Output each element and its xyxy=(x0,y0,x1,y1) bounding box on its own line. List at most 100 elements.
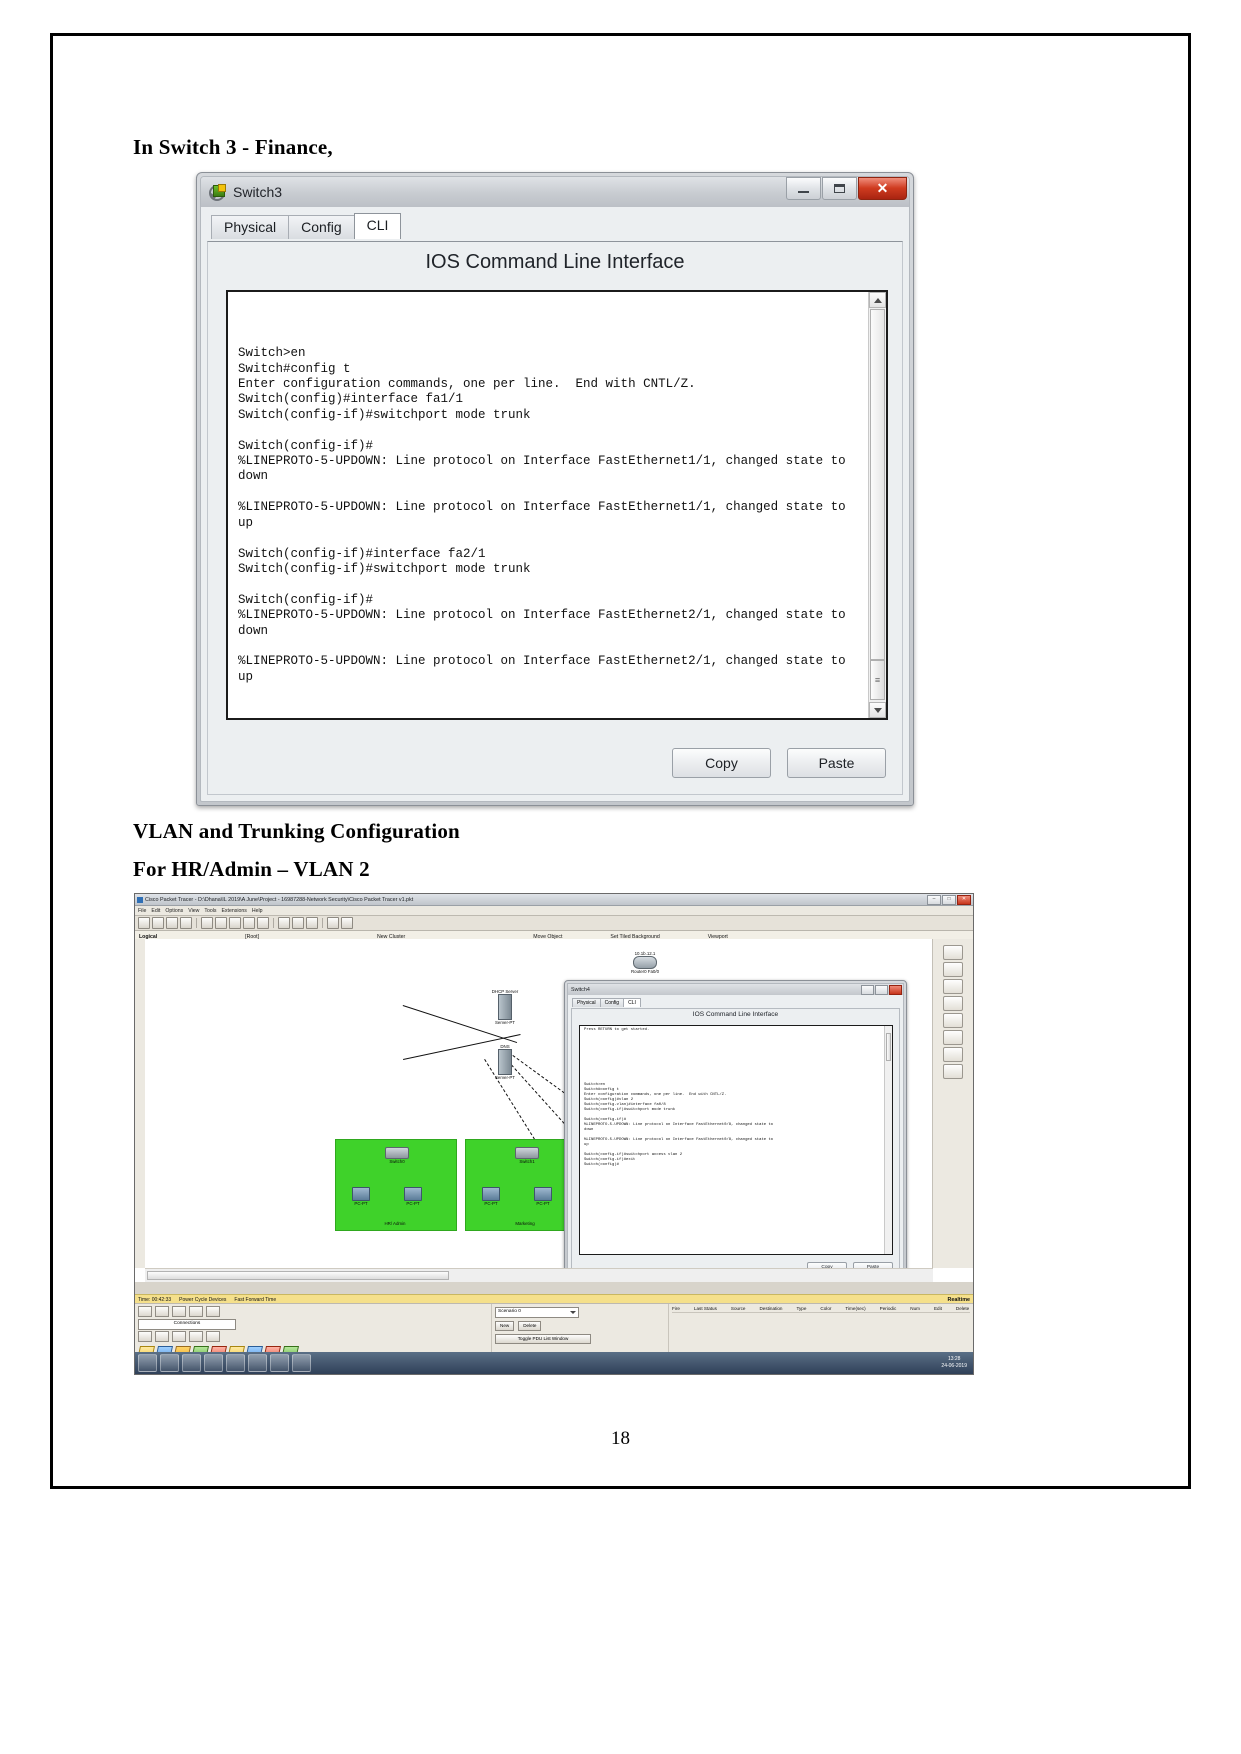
tab-config[interactable]: Config xyxy=(288,215,355,239)
zoom-in-icon[interactable] xyxy=(278,917,290,929)
menu-options[interactable]: Options xyxy=(165,908,183,914)
delete-tool-icon[interactable] xyxy=(943,979,963,994)
power-cycle-devices-button[interactable]: Power Cycle Devices xyxy=(179,1297,226,1303)
switch4-close-button[interactable] xyxy=(889,984,902,995)
pt-minimize-button[interactable]: – xyxy=(927,894,941,905)
toggle-pdu-list-window-button[interactable]: Toggle PDU List Window xyxy=(495,1334,591,1344)
inspect-tool-icon[interactable] xyxy=(943,962,963,977)
scroll-up-icon[interactable] xyxy=(869,292,886,308)
custom-devices-icon[interactable] xyxy=(341,917,353,929)
switch4-tab-cli[interactable]: CLI xyxy=(623,998,641,1007)
paste-icon[interactable] xyxy=(229,917,241,929)
taskbar-media-icon[interactable] xyxy=(182,1354,201,1372)
wireless-category-icon[interactable] xyxy=(189,1306,203,1317)
menu-help[interactable]: Help xyxy=(252,908,263,914)
multiuser-connection-icon[interactable] xyxy=(206,1331,220,1342)
tab-cli[interactable]: CLI xyxy=(353,213,402,239)
end-devices-icon[interactable] xyxy=(138,1331,152,1342)
copy-icon[interactable] xyxy=(215,917,227,929)
print-icon[interactable] xyxy=(180,917,192,929)
menu-view[interactable]: View xyxy=(188,908,199,914)
taskbar-chrome-icon[interactable] xyxy=(226,1354,245,1372)
add-complex-pdu-icon[interactable] xyxy=(943,1064,963,1079)
node-pc2[interactable]: PC-PT xyxy=(471,1187,511,1206)
zoom-out-icon[interactable] xyxy=(306,917,318,929)
realtime-mode-label[interactable]: Realtime xyxy=(948,1297,970,1303)
scroll-down-icon[interactable] xyxy=(869,702,886,718)
taskbar-word-icon[interactable] xyxy=(270,1354,289,1372)
custom-made-devices-icon[interactable] xyxy=(189,1331,203,1342)
router-ip-label: 10.1b.12.1 xyxy=(634,951,656,956)
minimize-button[interactable] xyxy=(786,177,821,200)
routers-category-icon[interactable] xyxy=(138,1306,152,1317)
switch4-title-bar[interactable]: Switch4 xyxy=(568,984,903,995)
pt-horizontal-scrollbar[interactable] xyxy=(145,1268,933,1282)
connections-category-icon[interactable] xyxy=(206,1306,220,1317)
pt-hscroll-thumb[interactable] xyxy=(147,1271,449,1280)
taskbar-opera-icon[interactable] xyxy=(248,1354,267,1372)
taskbar-clock[interactable]: 13:28 24-06-2019 xyxy=(941,1356,970,1370)
switch4-scrollbar-thumb[interactable] xyxy=(886,1033,891,1061)
node-pc1[interactable]: PC-PT xyxy=(393,1187,433,1206)
fast-forward-time-button[interactable]: Fast Forward Time xyxy=(234,1297,276,1303)
node-switch0[interactable]: Switch0 xyxy=(357,1147,437,1164)
switch4-terminal-output[interactable]: Press RETURN to get started. Switch>en S… xyxy=(580,1026,884,1254)
add-simple-pdu-icon[interactable] xyxy=(943,1047,963,1062)
pt-maximize-button[interactable]: □ xyxy=(942,894,956,905)
zoom-tool-icon[interactable] xyxy=(943,996,963,1011)
palette-icon[interactable] xyxy=(327,917,339,929)
pt-close-button[interactable]: ✕ xyxy=(957,894,971,905)
node-switch1[interactable]: Switch1 xyxy=(487,1147,567,1164)
pt-title-bar[interactable]: Cisco Packet Tracer - D:\Dhana\IL 2019\A… xyxy=(135,894,973,906)
new-scenario-button[interactable]: New xyxy=(495,1321,515,1331)
scrollbar-track[interactable] xyxy=(870,309,885,660)
terminal-scrollbar[interactable]: ≡ xyxy=(868,292,886,718)
taskbar-explorer-icon[interactable] xyxy=(160,1354,179,1372)
open-file-icon[interactable] xyxy=(152,917,164,929)
draw-tool-icon[interactable] xyxy=(943,1013,963,1028)
activity-wizard-icon[interactable] xyxy=(201,917,213,929)
menu-edit[interactable]: Edit xyxy=(151,908,160,914)
switch4-tab-physical[interactable]: Physical xyxy=(572,998,601,1007)
switch4-maximize-button[interactable] xyxy=(875,984,888,995)
close-button[interactable]: ✕ xyxy=(858,177,907,200)
node-pc0[interactable]: PC-PT xyxy=(341,1187,381,1206)
node-dhcp-server[interactable]: DHCP Server Server-PT xyxy=(475,989,535,1025)
tab-physical[interactable]: Physical xyxy=(211,215,290,239)
taskbar-packet-tracer-icon[interactable] xyxy=(292,1354,311,1372)
node-pc3[interactable]: PC-PT xyxy=(523,1187,563,1206)
switch4-scrollbar[interactable] xyxy=(884,1026,892,1254)
zoom-reset-icon[interactable] xyxy=(292,917,304,929)
pt-logical-canvas[interactable]: 10.1b.12.1 Router0 Fa0/0 DHCP Server Ser… xyxy=(145,939,933,1268)
scrollbar-thumb[interactable]: ≡ xyxy=(870,660,885,700)
start-button-icon[interactable] xyxy=(138,1354,157,1372)
scenario-select[interactable]: Scenario 0 xyxy=(495,1307,579,1318)
save-icon[interactable] xyxy=(166,917,178,929)
node-router0[interactable]: 10.1b.12.1 Router0 Fa0/0 xyxy=(615,951,675,974)
wan-emulation-icon[interactable] xyxy=(172,1331,186,1342)
redo-icon[interactable] xyxy=(257,917,269,929)
menu-extensions[interactable]: Extensions xyxy=(221,908,246,914)
connections-label[interactable]: Connections xyxy=(138,1319,236,1330)
switch3-title-bar[interactable]: Switch3 ✕ xyxy=(201,177,909,207)
copy-button[interactable]: Copy xyxy=(672,748,771,778)
menu-file[interactable]: File xyxy=(138,908,146,914)
col-fire: Fire xyxy=(672,1306,680,1311)
terminal-output[interactable]: Switch>en Switch#config t Enter configur… xyxy=(228,292,868,718)
switches-category-icon[interactable] xyxy=(155,1306,169,1317)
node-dns-server[interactable]: DNS Server-PT xyxy=(475,1044,535,1080)
delete-scenario-button[interactable]: Delete xyxy=(518,1321,542,1331)
security-devices-icon[interactable] xyxy=(155,1331,169,1342)
undo-icon[interactable] xyxy=(243,917,255,929)
select-tool-icon[interactable] xyxy=(943,945,963,960)
switch4-minimize-button[interactable] xyxy=(861,984,874,995)
maximize-button[interactable] xyxy=(822,177,857,200)
marketing-zone-text: Marketing xyxy=(515,1221,535,1226)
menu-tools[interactable]: Tools xyxy=(204,908,216,914)
new-file-icon[interactable] xyxy=(138,917,150,929)
hubs-category-icon[interactable] xyxy=(172,1306,186,1317)
taskbar-browser-icon[interactable] xyxy=(204,1354,223,1372)
paste-button[interactable]: Paste xyxy=(787,748,886,778)
resize-tool-icon[interactable] xyxy=(943,1030,963,1045)
switch4-tab-config[interactable]: Config xyxy=(599,998,625,1007)
